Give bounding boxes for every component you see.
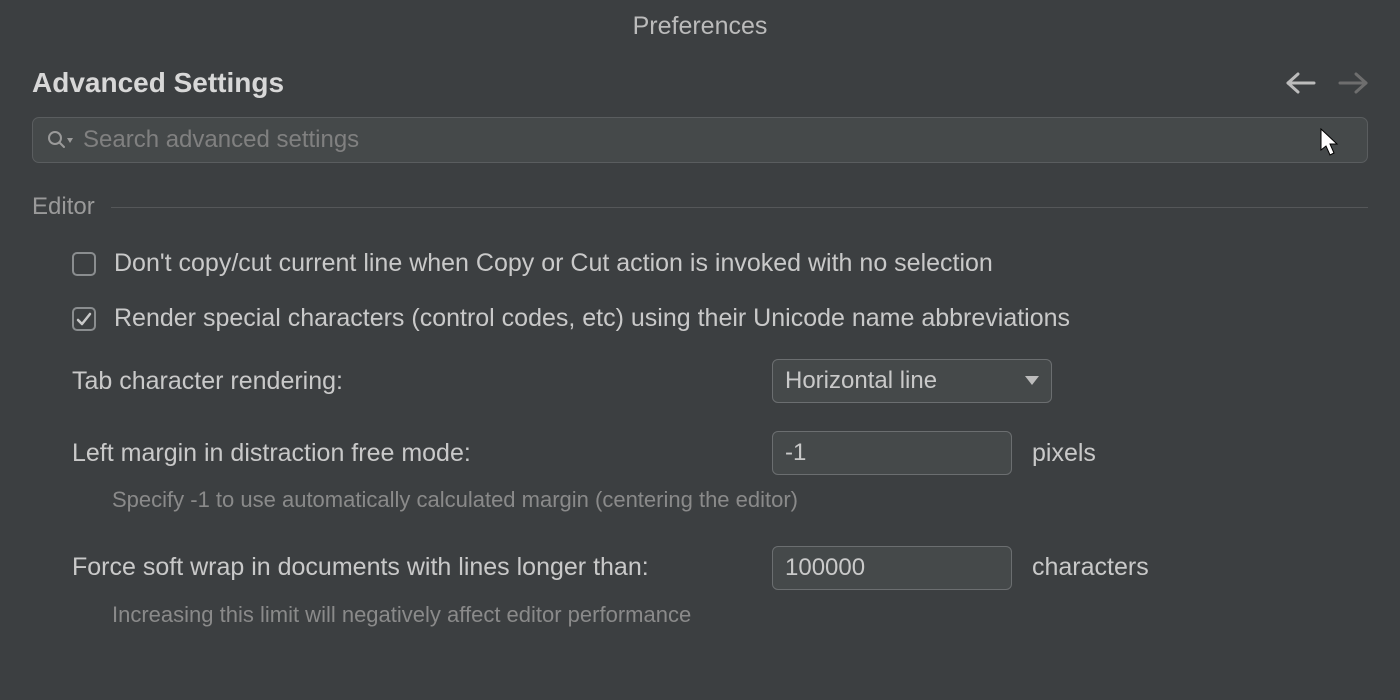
page-title: Advanced Settings [32,67,284,99]
checkbox-dont-copy-cut[interactable] [72,252,96,276]
label-left-margin: Left margin in distraction free mode: [72,439,752,468]
divider [111,207,1368,208]
nav-back-button[interactable] [1286,72,1318,94]
label-dont-copy-cut: Don't copy/cut current line when Copy or… [114,249,993,278]
label-render-special: Render special characters (control codes… [114,304,1070,333]
input-soft-wrap[interactable] [772,546,1012,590]
checkbox-render-special[interactable] [72,307,96,331]
section-label-editor: Editor [32,193,95,221]
nav-forward-button[interactable] [1336,72,1368,94]
label-tab-rendering: Tab character rendering: [72,367,752,396]
label-soft-wrap: Force soft wrap in documents with lines … [72,553,752,582]
search-box[interactable] [32,117,1368,163]
dropdown-value: Horizontal line [785,367,937,395]
mouse-cursor-icon [1320,128,1342,165]
dropdown-tab-rendering[interactable]: Horizontal line [772,359,1052,403]
check-icon [76,311,92,327]
hint-left-margin: Specify -1 to use automatically calculat… [32,485,812,516]
unit-pixels: pixels [1032,439,1096,468]
window-title: Preferences [0,0,1400,49]
arrow-right-icon [1336,72,1368,94]
search-input[interactable] [83,126,1353,154]
chevron-down-icon [1025,376,1039,386]
input-left-margin[interactable] [772,431,1012,475]
search-icon [47,130,73,150]
hint-soft-wrap: Increasing this limit will negatively af… [32,600,812,631]
arrow-left-icon [1286,72,1318,94]
unit-characters: characters [1032,553,1149,582]
